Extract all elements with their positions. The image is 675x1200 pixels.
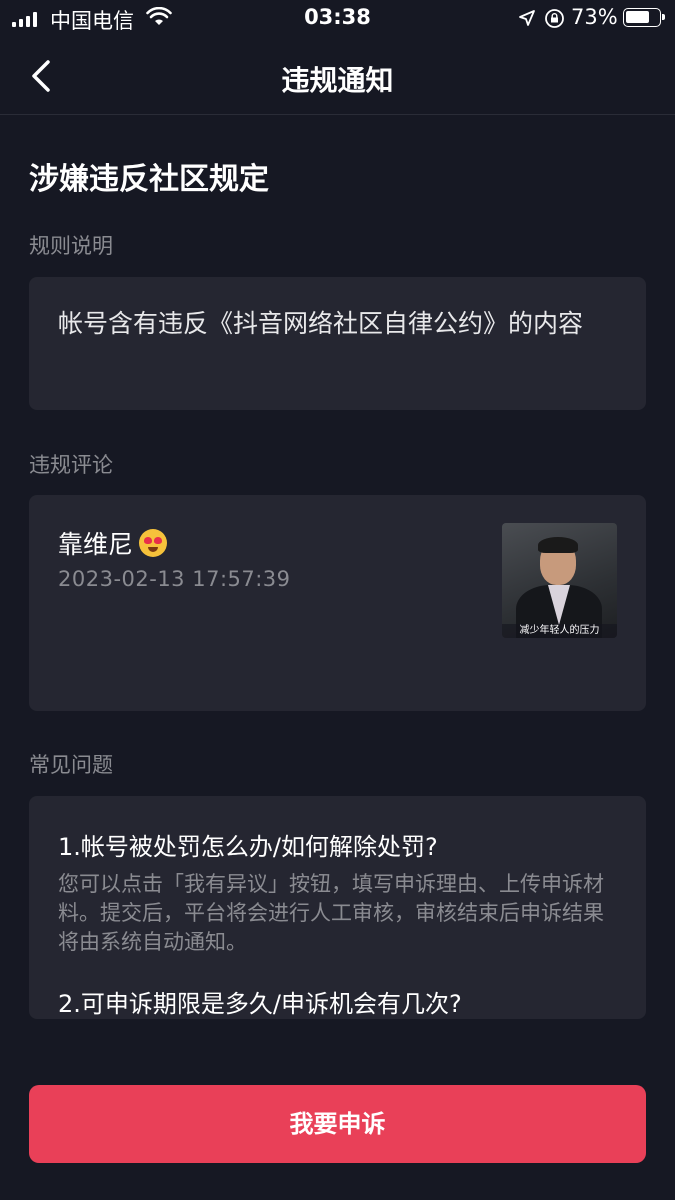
thumbnail-caption: 减少年轻人的压力 — [502, 624, 617, 638]
comment-author-name: 靠维尼 — [58, 530, 134, 559]
faq-section-label: 常见问题 — [29, 753, 113, 777]
violation-headline: 涉嫌违反社区规定 — [29, 162, 269, 197]
rotation-lock-icon — [545, 9, 564, 28]
comment-card[interactable]: 靠维尼 2023-02-13 17:57:39 减少年轻人的压力 — [29, 495, 646, 711]
comment-author-row: 靠维尼 — [58, 525, 168, 561]
video-thumbnail[interactable]: 减少年轻人的压力 — [502, 523, 617, 638]
status-bar: 中国电信 03:38 73% — [0, 0, 675, 38]
faq-question-1: 1.帐号被处罚怎么办/如何解除处罚? — [58, 833, 438, 861]
faq-answer-1: 您可以点击「我有异议」按钮，填写申诉理由、上传申诉材料。提交后，平台将会进行人工… — [58, 872, 604, 954]
page-title: 违规通知 — [281, 64, 394, 97]
location-arrow-icon — [519, 10, 535, 26]
rule-section-label: 规则说明 — [29, 234, 113, 258]
faq-card: 1.帐号被处罚怎么办/如何解除处罚? 您可以点击「我有异议」按钮，填写申诉理由、… — [29, 796, 646, 1019]
rule-card: 帐号含有违反《抖音网络社区自律公约》的内容 — [29, 277, 646, 410]
heart-eyes-emoji-icon — [139, 529, 168, 557]
faq-question-2: 2.可申诉期限是多久/申诉机会有几次? — [58, 990, 462, 1018]
comment-section-label: 违规评论 — [29, 453, 113, 477]
battery-icon — [623, 8, 665, 27]
rule-text: 帐号含有违反《抖音网络社区自律公约》的内容 — [58, 309, 584, 338]
comment-timestamp: 2023-02-13 17:57:39 — [58, 567, 291, 591]
appeal-button[interactable]: 我要申诉 — [29, 1085, 646, 1163]
battery-percentage: 73% — [571, 5, 618, 29]
navigation-bar: 违规通知 — [0, 38, 675, 115]
